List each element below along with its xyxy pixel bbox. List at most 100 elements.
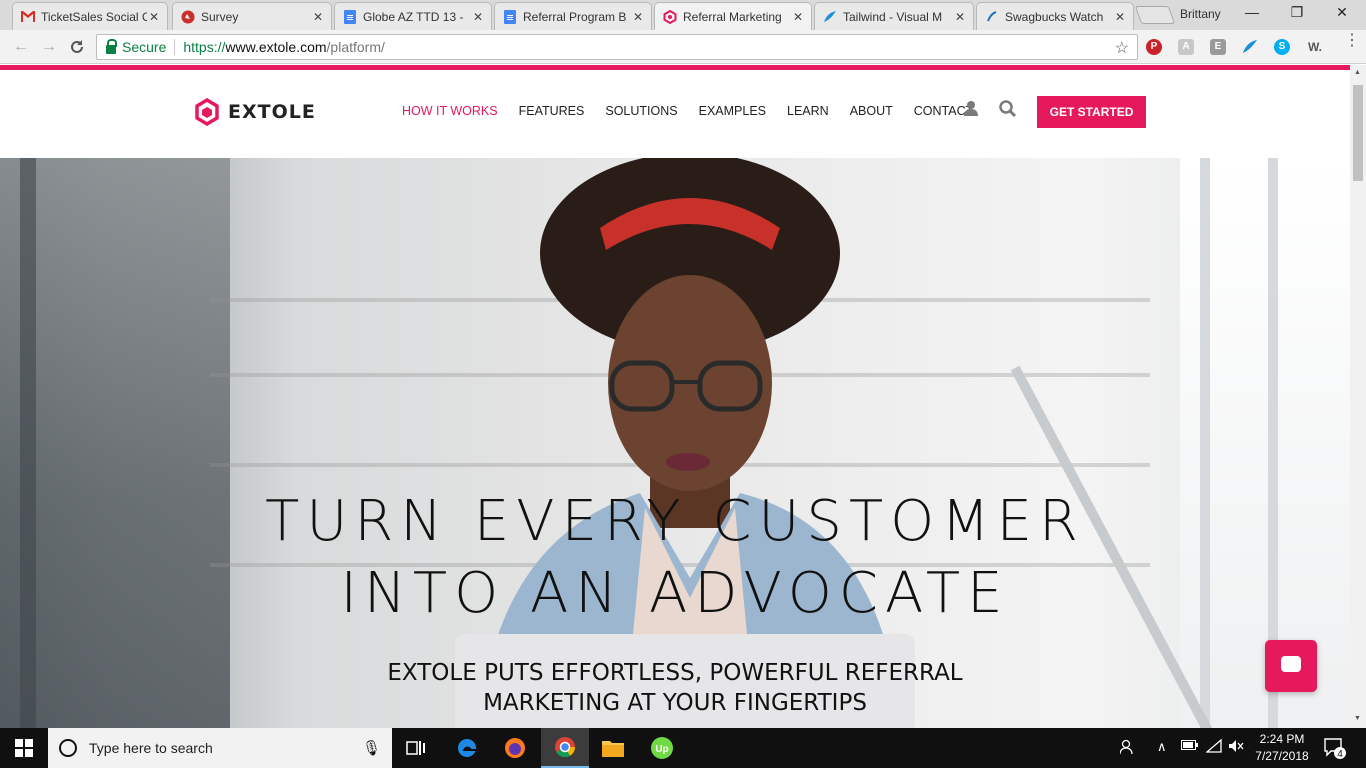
get-started-button[interactable]: GET STARTED	[1037, 96, 1146, 128]
extole-icon	[663, 9, 677, 24]
tab-globe-az[interactable]: Globe AZ TTD 13 - ✕	[334, 2, 492, 30]
clock-time: 2:24 PM	[1259, 732, 1305, 746]
chrome-menu-icon[interactable]: ⋮	[1344, 33, 1360, 49]
tab-ticketsales[interactable]: TicketSales Social C ✕	[12, 2, 168, 30]
user-icon[interactable]	[964, 100, 978, 121]
tab-referral-marketing[interactable]: Referral Marketing ✕	[654, 2, 812, 30]
site-header: EXTOLE HOW IT WORKS FEATURES SOLUTIONS E…	[0, 70, 1350, 152]
survey-icon	[181, 10, 195, 24]
notification-count: 4	[1337, 749, 1343, 760]
window-close-button[interactable]: ✕	[1322, 4, 1362, 21]
tailwind-icon	[823, 10, 837, 24]
close-icon[interactable]: ✕	[631, 10, 645, 24]
show-hidden-icons-icon[interactable]: ∧	[1157, 739, 1167, 755]
divider	[174, 39, 176, 55]
windows-taskbar: Type here to search 🎙 Up ∧ 2:24 PM 7/27/…	[0, 728, 1366, 768]
lock-icon	[106, 38, 117, 54]
tab-referral-program[interactable]: Referral Program B ✕	[494, 2, 652, 30]
hero-section: TURN EVERY CUSTOMER INTO AN ADVOCATE EXT…	[0, 158, 1350, 728]
cortana-icon	[59, 739, 77, 757]
task-view-icon[interactable]	[392, 728, 440, 768]
clock-date: 7/27/2018	[1255, 749, 1309, 763]
back-button[interactable]: ←	[10, 36, 32, 58]
wordtune-icon[interactable]: W.	[1304, 39, 1326, 55]
docs-icon	[343, 9, 357, 24]
reload-icon	[71, 40, 83, 53]
chrome-icon[interactable]	[541, 728, 589, 768]
volume-muted-icon[interactable]	[1228, 739, 1244, 756]
taskbar-search-box[interactable]: Type here to search 🎙	[48, 728, 392, 768]
close-icon[interactable]: ✕	[147, 10, 161, 24]
upwork-label: Up	[655, 744, 668, 755]
start-button[interactable]	[0, 728, 48, 768]
close-icon[interactable]: ✕	[1113, 10, 1127, 24]
tab-swagbucks[interactable]: Swagbucks Watch ✕	[976, 2, 1134, 30]
hero-photo-woman	[455, 158, 915, 728]
url-scheme: https://	[183, 39, 226, 55]
logo-text: EXTOLE	[228, 101, 316, 123]
nav-examples[interactable]: EXAMPLES	[699, 104, 766, 118]
main-nav: HOW IT WORKS FEATURES SOLUTIONS EXAMPLES…	[402, 104, 994, 118]
scroll-down-arrow-icon[interactable]: ▼	[1354, 715, 1361, 722]
battery-icon[interactable]	[1181, 739, 1199, 754]
pinterest-icon[interactable]: P	[1146, 39, 1162, 55]
evernote-icon[interactable]: E	[1210, 39, 1226, 55]
chat-button[interactable]	[1265, 640, 1317, 692]
search-icon[interactable]	[999, 100, 1017, 123]
wifi-icon[interactable]	[1205, 738, 1222, 756]
gmail-icon	[21, 10, 35, 24]
system-clock[interactable]: 2:24 PM 7/27/2018	[1244, 731, 1320, 765]
browser-tab-strip: TicketSales Social C ✕ Survey ✕ Globe AZ…	[0, 0, 1366, 30]
nav-how-it-works[interactable]: HOW IT WORKS	[402, 104, 498, 118]
chat-bubble-icon	[1281, 656, 1301, 672]
docs-icon	[503, 9, 517, 24]
file-explorer-icon[interactable]	[589, 728, 637, 768]
profile-name[interactable]: Brittany	[1180, 7, 1221, 21]
page-scrollbar[interactable]: ▲ ▼	[1350, 65, 1366, 728]
windows-logo-icon	[15, 739, 33, 757]
url-path: /platform/	[326, 39, 385, 55]
browser-toolbar: ← → Secure https:// www.extole.com /plat…	[0, 30, 1366, 64]
hero-headline-line: TURN EVERY CUSTOMER	[265, 489, 1085, 554]
close-icon[interactable]: ✕	[471, 10, 485, 24]
microphone-icon[interactable]: 🎙	[362, 739, 381, 757]
tab-tailwind[interactable]: Tailwind - Visual M ✕	[814, 2, 974, 30]
nav-solutions[interactable]: SOLUTIONS	[605, 104, 677, 118]
swagbucks-icon	[985, 10, 999, 24]
nav-learn[interactable]: LEARN	[787, 104, 829, 118]
url-host: www.extole.com	[225, 39, 327, 55]
nav-about[interactable]: ABOUT	[850, 104, 893, 118]
firefox-icon[interactable]	[491, 728, 539, 768]
pdf-icon[interactable]: A	[1178, 39, 1194, 55]
maximize-button[interactable]: ❐	[1277, 4, 1317, 21]
people-icon[interactable]	[1119, 739, 1136, 758]
security-label: Secure	[122, 39, 167, 55]
extole-logo-icon	[195, 98, 219, 126]
close-icon[interactable]: ✕	[953, 10, 967, 24]
skype-icon[interactable]: S	[1274, 39, 1290, 55]
scroll-up-arrow-icon[interactable]: ▲	[1354, 69, 1361, 76]
nav-features[interactable]: FEATURES	[519, 104, 585, 118]
tab-survey[interactable]: Survey ✕	[172, 2, 332, 30]
hero-headline-line: INTO AN ADVOCATE	[340, 561, 1010, 626]
scrollbar-thumb[interactable]	[1353, 85, 1363, 181]
edge-icon[interactable]	[443, 728, 491, 768]
taskbar-search-placeholder: Type here to search	[89, 740, 213, 756]
action-center-icon[interactable]: 4	[1322, 736, 1346, 760]
hero-subheadline-line: MARKETING AT YOUR FINGERTIPS	[483, 690, 867, 716]
new-tab-button[interactable]	[1134, 6, 1176, 24]
page-viewport: EXTOLE HOW IT WORKS FEATURES SOLUTIONS E…	[0, 65, 1350, 728]
hero-subheadline-line: EXTOLE PUTS EFFORTLESS, POWERFUL REFERRA…	[387, 660, 963, 686]
forward-button[interactable]: →	[38, 36, 60, 58]
reload-button[interactable]	[66, 36, 88, 58]
close-icon[interactable]: ✕	[311, 10, 325, 24]
address-bar[interactable]: Secure https:// www.extole.com /platform…	[96, 34, 1138, 60]
tailwind-icon[interactable]	[1242, 39, 1258, 55]
bookmark-star-icon[interactable]: ☆	[1115, 38, 1129, 58]
site-logo[interactable]: EXTOLE	[194, 98, 316, 126]
hero-headline: TURN EVERY CUSTOMER INTO AN ADVOCATE	[0, 486, 1350, 630]
minimize-button[interactable]: —	[1232, 4, 1272, 20]
hero-subheadline: EXTOLE PUTS EFFORTLESS, POWERFUL REFERRA…	[0, 658, 1350, 718]
close-icon[interactable]: ✕	[791, 10, 805, 24]
upwork-icon[interactable]: Up	[638, 728, 686, 768]
